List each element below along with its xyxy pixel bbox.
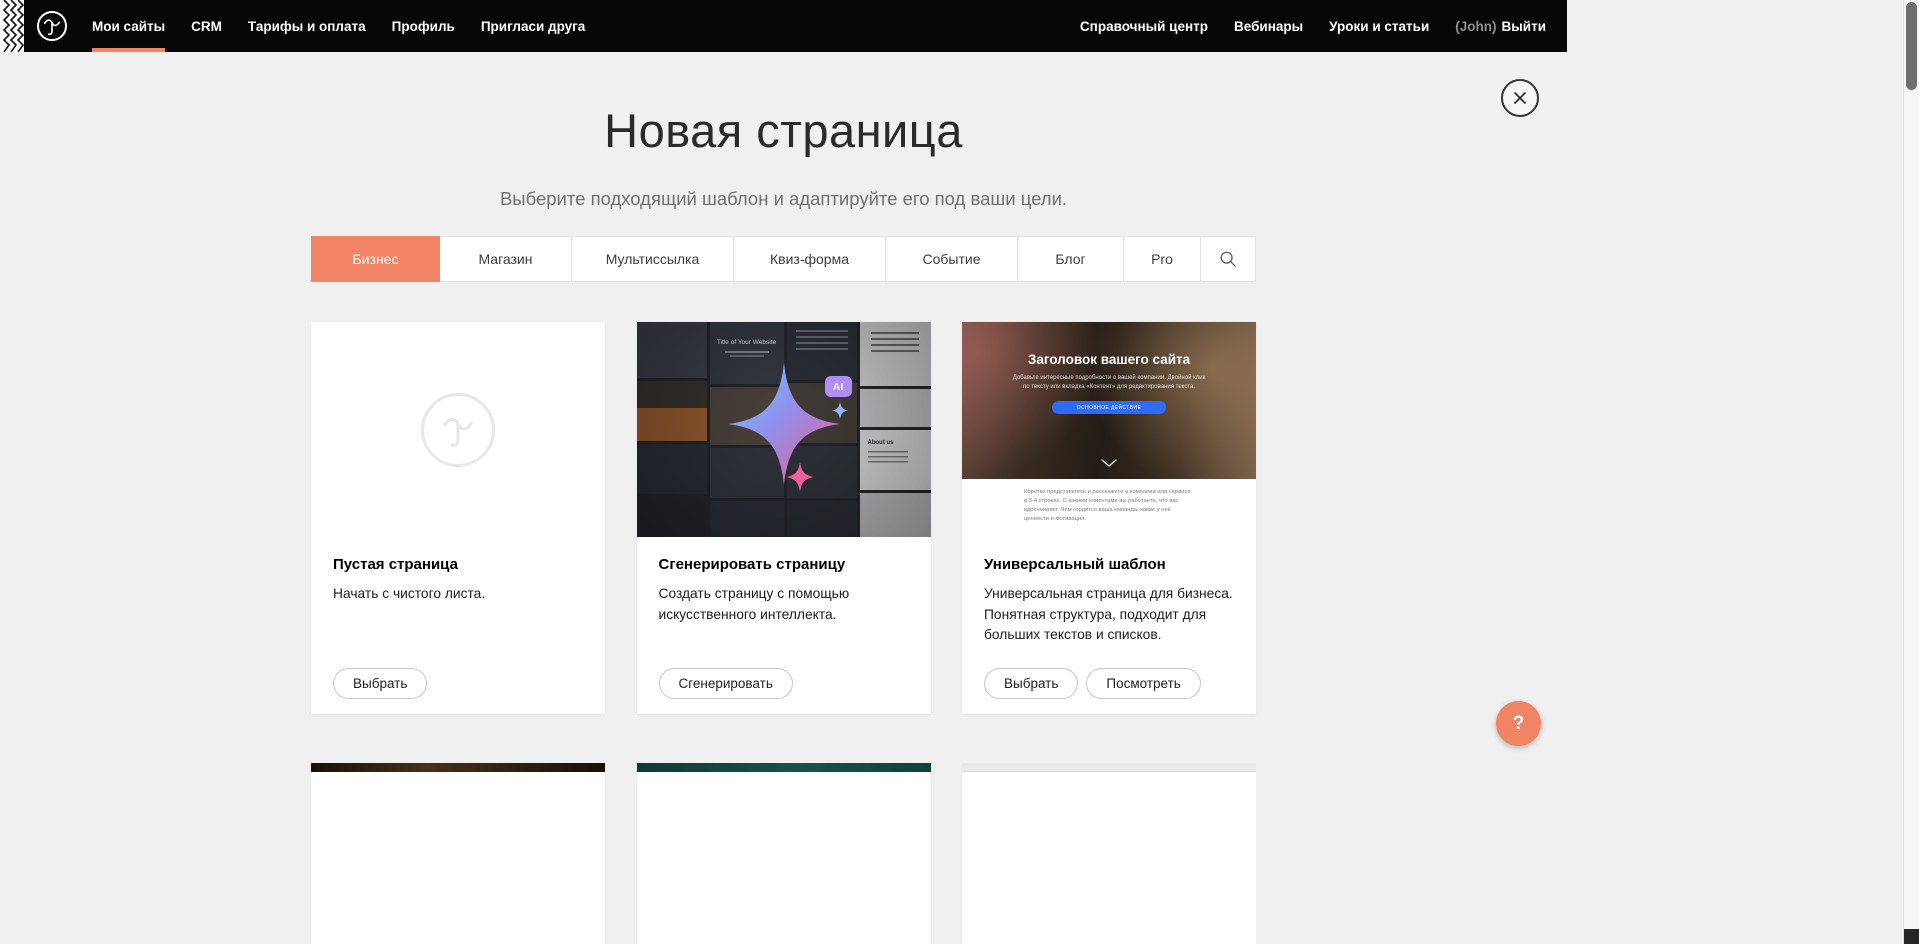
ai-card-preview: Title of Your Website: [637, 322, 931, 537]
view-universal-button[interactable]: Посмотреть: [1086, 668, 1200, 699]
choose-universal-button[interactable]: Выбрать: [984, 668, 1078, 699]
preview-body-text: Коротко представьтесь и расскажите о ком…: [1024, 488, 1194, 524]
close-icon: [1513, 91, 1527, 105]
universal-card-preview: Заголовок вашего сайта Добавьте интересн…: [962, 322, 1256, 537]
card-title: Пустая страница: [333, 556, 583, 573]
tilda-logo-icon: [41, 15, 63, 37]
nav-item-webinars[interactable]: Вебинары: [1221, 0, 1316, 52]
card-description: Создать страницу с помощью искусственног…: [659, 584, 909, 625]
user-name: (John): [1455, 19, 1496, 34]
template-card-partial-2[interactable]: [637, 763, 931, 944]
nav-item-help-center[interactable]: Справочный центр: [1067, 0, 1221, 52]
scrollbar-corner: [1904, 929, 1919, 944]
secondary-nav: Справочный центр Вебинары Уроки и статьи…: [1067, 0, 1567, 52]
template-hero-preview: Заголовок вашего сайта Добавьте интересн…: [962, 322, 1256, 479]
tilda-watermark-icon: [421, 393, 495, 467]
tab-event[interactable]: Событие: [886, 237, 1018, 281]
ai-badge: AI: [825, 376, 852, 397]
card-description: Начать с чистого листа.: [333, 584, 583, 605]
template-category-tabs: Бизнес Магазин Мультиссылка Квиз-форма С…: [311, 236, 1256, 282]
ai-sparkle-icon: [689, 339, 879, 514]
zigzag-decoration: [0, 0, 24, 52]
scrollbar[interactable]: [1903, 0, 1919, 944]
help-button[interactable]: ?: [1496, 701, 1541, 746]
card-title: Универсальный шаблон: [984, 556, 1234, 573]
template-card-partial-1[interactable]: [311, 763, 605, 944]
top-navigation-bar: Мои сайты CRM Тарифы и оплата Профиль Пр…: [24, 0, 1567, 52]
tab-quiz-form[interactable]: Квиз-форма: [734, 237, 886, 281]
page-subtitle: Выберите подходящий шаблон и адаптируйте…: [0, 188, 1567, 210]
template-card-blank: Пустая страница Начать с чистого листа. …: [311, 322, 605, 714]
tab-store[interactable]: Магазин: [440, 237, 572, 281]
tab-pro[interactable]: Pro: [1124, 237, 1201, 281]
tab-multilink[interactable]: Мультиссылка: [572, 237, 734, 281]
blank-card-preview: [311, 322, 605, 537]
nav-item-pricing[interactable]: Тарифы и оплата: [235, 0, 379, 52]
search-icon: [1219, 250, 1237, 268]
choose-blank-button[interactable]: Выбрать: [333, 668, 427, 699]
preview-hero-button: Основное действие: [1052, 401, 1166, 414]
user-logout[interactable]: (John) Выйти: [1442, 0, 1559, 52]
close-button[interactable]: [1501, 79, 1539, 117]
preview-body-section: Коротко представьтесь и расскажите о ком…: [962, 488, 1256, 537]
nav-item-profile[interactable]: Профиль: [379, 0, 468, 52]
template-card-partial-3[interactable]: [962, 763, 1256, 944]
card-title: Сгенерировать страницу: [659, 556, 909, 573]
template-card-ai-generate: Title of Your Website: [637, 322, 931, 714]
nav-item-my-sites[interactable]: Мои сайты: [79, 0, 178, 52]
chevron-down-icon: [1101, 454, 1117, 472]
tab-blog[interactable]: Блог: [1018, 237, 1124, 281]
nav-item-crm[interactable]: CRM: [178, 0, 235, 52]
template-grid: Пустая страница Начать с чистого листа. …: [311, 322, 1256, 714]
nav-item-lessons[interactable]: Уроки и статьи: [1316, 0, 1442, 52]
page-title: Новая страница: [0, 103, 1567, 158]
primary-nav: Мои сайты CRM Тарифы и оплата Профиль Пр…: [79, 0, 598, 52]
tab-search[interactable]: [1201, 237, 1255, 281]
nav-item-invite-friend[interactable]: Пригласи друга: [468, 0, 598, 52]
card-description: Универсальная страница для бизнеса. Поня…: [984, 584, 1234, 646]
preview-hero-title: Заголовок вашего сайта: [962, 322, 1256, 367]
logout-link[interactable]: Выйти: [1502, 19, 1547, 34]
generate-button[interactable]: Сгенерировать: [659, 668, 793, 699]
tilda-logo[interactable]: [37, 11, 67, 41]
preview-hero-text: Добавьте интересные подробности о вашей …: [1011, 374, 1207, 392]
template-grid-next-row: [311, 763, 1256, 944]
template-card-universal: Заголовок вашего сайта Добавьте интересн…: [962, 322, 1256, 714]
tab-business[interactable]: Бизнес: [311, 236, 440, 282]
scrollbar-thumb[interactable]: [1906, 2, 1917, 90]
